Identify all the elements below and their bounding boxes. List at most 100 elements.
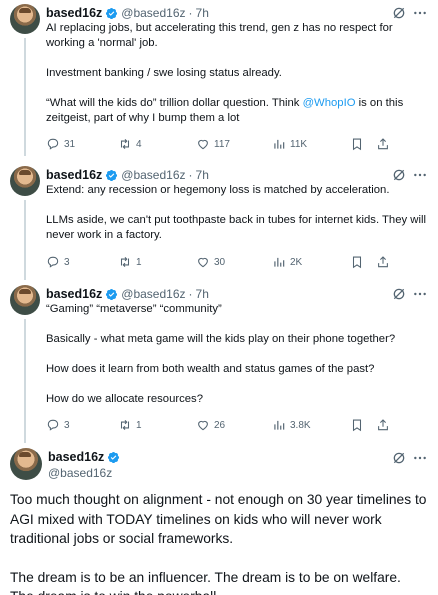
reply-icon	[46, 137, 60, 151]
more-icon[interactable]	[412, 167, 428, 183]
separator-dot: ·	[188, 6, 193, 20]
author-name[interactable]: based16z	[46, 287, 102, 301]
avatar[interactable]	[10, 448, 42, 480]
thread-line	[24, 319, 26, 443]
like-button[interactable]: 26	[196, 417, 225, 433]
repost-button[interactable]: 4	[118, 136, 142, 152]
tweet-paragraph: The dream is to be an influencer. The dr…	[10, 569, 401, 595]
thread-line	[24, 200, 26, 280]
tweet-paragraph: How does it learn from both wealth and s…	[46, 363, 375, 375]
grok-icon[interactable]	[392, 6, 406, 20]
reply-count: 3	[64, 419, 70, 431]
thread-line	[24, 38, 26, 156]
repost-icon	[118, 418, 132, 432]
tweet-text: Extend: any recession or hegemony loss i…	[46, 183, 428, 243]
repost-icon	[118, 137, 132, 151]
author-name[interactable]: based16z	[46, 168, 102, 182]
like-icon	[196, 418, 210, 432]
tweet-paragraph: Investment banking / swe losing status a…	[46, 67, 282, 79]
like-icon	[196, 137, 210, 151]
verified-badge-icon	[105, 288, 118, 301]
bookmark-icon	[350, 255, 364, 269]
views-button[interactable]: 2K	[272, 254, 302, 270]
reply-button[interactable]: 3	[46, 417, 70, 433]
tweet-paragraph: “What will the kids do” trillion dollar …	[46, 97, 407, 124]
more-icon[interactable]	[412, 286, 428, 302]
reply-button[interactable]: 31	[46, 136, 75, 152]
tweet-header: based16z @based16z · 7h	[46, 4, 428, 22]
timestamp[interactable]: 7h	[196, 168, 209, 182]
reply-icon	[46, 418, 60, 432]
verified-badge-icon	[105, 7, 118, 20]
share-icon	[376, 418, 390, 432]
author-handle[interactable]: @based16z	[48, 466, 112, 480]
repost-button[interactable]: 1	[118, 417, 142, 433]
avatar[interactable]	[10, 285, 40, 315]
like-count: 26	[214, 419, 226, 431]
like-button[interactable]: 30	[196, 254, 225, 270]
tweet-paragraph: Basically - what meta game will the kids…	[46, 333, 396, 345]
views-count: 2K	[290, 256, 303, 268]
grok-icon[interactable]	[392, 451, 406, 465]
bookmark-icon	[350, 137, 364, 151]
tweet-text: “Gaming” “metaverse” “community” Basical…	[46, 302, 428, 407]
action-bar: 3 1 26 3.8K	[46, 417, 428, 433]
tweet-1[interactable]: based16z @based16z · 7h AI replacing job…	[0, 4, 438, 156]
views-count: 11K	[290, 138, 308, 150]
reply-icon	[46, 255, 60, 269]
author-name[interactable]: based16z	[46, 6, 102, 20]
author-handle[interactable]: @based16z	[121, 6, 185, 20]
share-button[interactable]	[376, 254, 394, 270]
grok-icon[interactable]	[392, 287, 406, 301]
timestamp[interactable]: 7h	[196, 6, 209, 20]
tweet-text: AI replacing jobs, but accelerating this…	[46, 21, 428, 126]
views-button[interactable]: 11K	[272, 136, 307, 152]
bookmark-button[interactable]	[350, 417, 368, 433]
author-name[interactable]: based16z	[48, 450, 104, 464]
repost-icon	[118, 255, 132, 269]
verified-badge-icon	[107, 451, 120, 464]
views-icon	[272, 255, 286, 269]
share-button[interactable]	[376, 417, 394, 433]
repost-count: 1	[136, 256, 142, 268]
repost-button[interactable]: 1	[118, 254, 142, 270]
grok-icon[interactable]	[392, 168, 406, 182]
separator-dot: ·	[188, 168, 193, 182]
author-handle[interactable]: @based16z	[121, 287, 185, 301]
more-icon[interactable]	[412, 5, 428, 21]
avatar[interactable]	[10, 166, 40, 196]
author-handle[interactable]: @based16z	[121, 168, 185, 182]
tweet-paragraph: How do we allocate resources?	[46, 393, 203, 405]
reply-count: 3	[64, 256, 70, 268]
reply-count: 31	[64, 138, 76, 150]
like-count: 30	[214, 256, 226, 268]
action-bar: 31 4 117 11K	[46, 136, 428, 152]
tweet-paragraph: Too much thought on alignment - not enou…	[10, 492, 430, 546]
share-icon	[376, 255, 390, 269]
tweet-paragraph: “Gaming” “metaverse” “community”	[46, 303, 222, 315]
views-icon	[272, 137, 286, 151]
more-icon[interactable]	[412, 450, 428, 466]
tweet-3[interactable]: based16z @based16z · 7h “Gaming” “metave…	[0, 285, 438, 443]
timestamp[interactable]: 7h	[196, 287, 209, 301]
share-button[interactable]	[376, 136, 394, 152]
share-icon	[376, 137, 390, 151]
reply-button[interactable]: 3	[46, 254, 70, 270]
tweet-header: based16z @based16z · 7h	[46, 285, 428, 303]
mention-link[interactable]: @WhopIO	[303, 97, 356, 109]
main-tweet[interactable]: based16z @based16z Too much thought on a…	[0, 448, 438, 595]
like-button[interactable]: 117	[196, 136, 230, 152]
action-bar: 3 1 30 2K	[46, 254, 428, 270]
tweet-2[interactable]: based16z @based16z · 7h Extend: any rece…	[0, 166, 438, 280]
like-icon	[196, 255, 210, 269]
bookmark-button[interactable]	[350, 254, 368, 270]
tweet-paragraph: LLMs aside, we can't put toothpaste back…	[46, 214, 430, 241]
tweet-paragraph: AI replacing jobs, but accelerating this…	[46, 22, 396, 49]
views-icon	[272, 418, 286, 432]
bookmark-button[interactable]	[350, 136, 368, 152]
avatar[interactable]	[10, 4, 40, 34]
verified-badge-icon	[105, 169, 118, 182]
separator-dot: ·	[188, 287, 193, 301]
views-button[interactable]: 3.8K	[272, 417, 311, 433]
repost-count: 1	[136, 419, 142, 431]
